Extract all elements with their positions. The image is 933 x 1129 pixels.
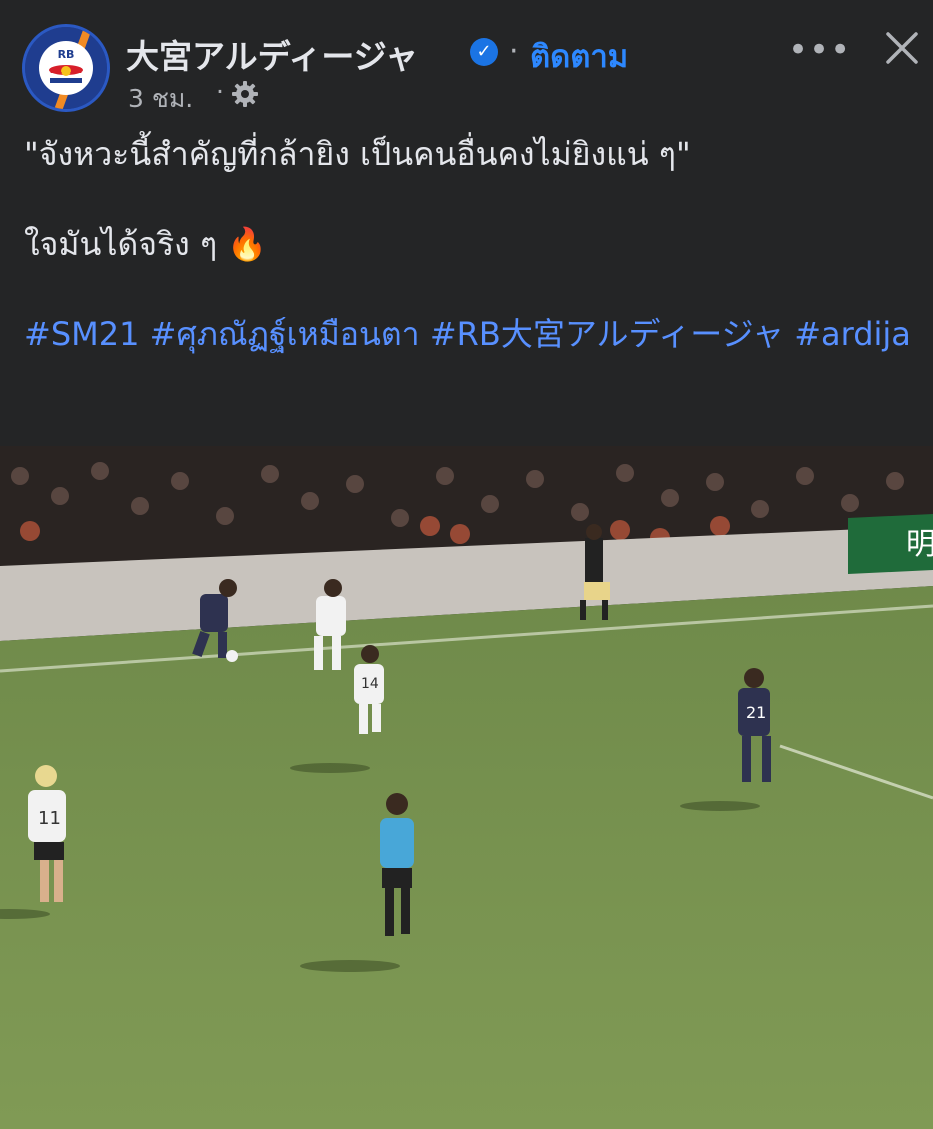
svg-text:11: 11 xyxy=(38,808,61,829)
gear-icon[interactable] xyxy=(230,79,260,109)
close-icon[interactable] xyxy=(884,30,920,66)
svg-text:RB: RB xyxy=(58,48,75,61)
hashtag-ardija[interactable]: #ardija xyxy=(794,315,911,353)
page-name[interactable]: 大宮アルディージャ xyxy=(126,30,418,78)
hashtag-rb-omiya[interactable]: #RB大宮アルディージャ xyxy=(430,315,784,353)
svg-text:14: 14 xyxy=(361,676,379,692)
ad-banner-text: 明 xyxy=(906,527,933,562)
rb-omiya-logo: RB xyxy=(25,27,107,109)
hashtag-supanat[interactable]: #ศุภณัฏฐ์เหมือนตา xyxy=(150,315,420,353)
post-time[interactable]: 3 ชม. xyxy=(128,79,193,119)
video-player[interactable]: 明 14 21 11 xyxy=(0,446,933,1129)
caption-line-2: ใจมันได้จริง ๆ 🔥 xyxy=(24,225,268,263)
header-separator: · xyxy=(509,34,519,69)
time-separator: · xyxy=(216,77,224,106)
hashtag-list: #SM21 #ศุภณัฏฐ์เหมือนตา #RB大宮アルディージャ #ar… xyxy=(24,312,914,357)
page-avatar[interactable]: RB xyxy=(22,24,110,112)
pitch xyxy=(0,586,933,1129)
verified-badge-icon: ✓ xyxy=(470,38,498,66)
caption-line-1: "จังหวะนี้สำคัญที่กล้ายิง เป็นคนอื่นคงไม… xyxy=(24,135,691,173)
svg-text:21: 21 xyxy=(746,703,766,722)
post-caption: "จังหวะนี้สำคัญที่กล้ายิง เป็นคนอื่นคงไม… xyxy=(24,132,914,357)
follow-button[interactable]: ติดตาม xyxy=(530,31,628,81)
more-options-icon[interactable]: ••• xyxy=(788,30,851,70)
football-match-frame: 明 14 21 11 xyxy=(0,446,933,1129)
facebook-post: RB 大宮アルディージャ ✓ · ติดตาม 3 ชม. · ••• "จัง… xyxy=(0,0,933,1129)
hashtag-sm21[interactable]: #SM21 xyxy=(24,315,139,353)
post-header: RB 大宮アルディージャ ✓ · ติดตาม 3 ชม. · ••• xyxy=(0,0,933,120)
